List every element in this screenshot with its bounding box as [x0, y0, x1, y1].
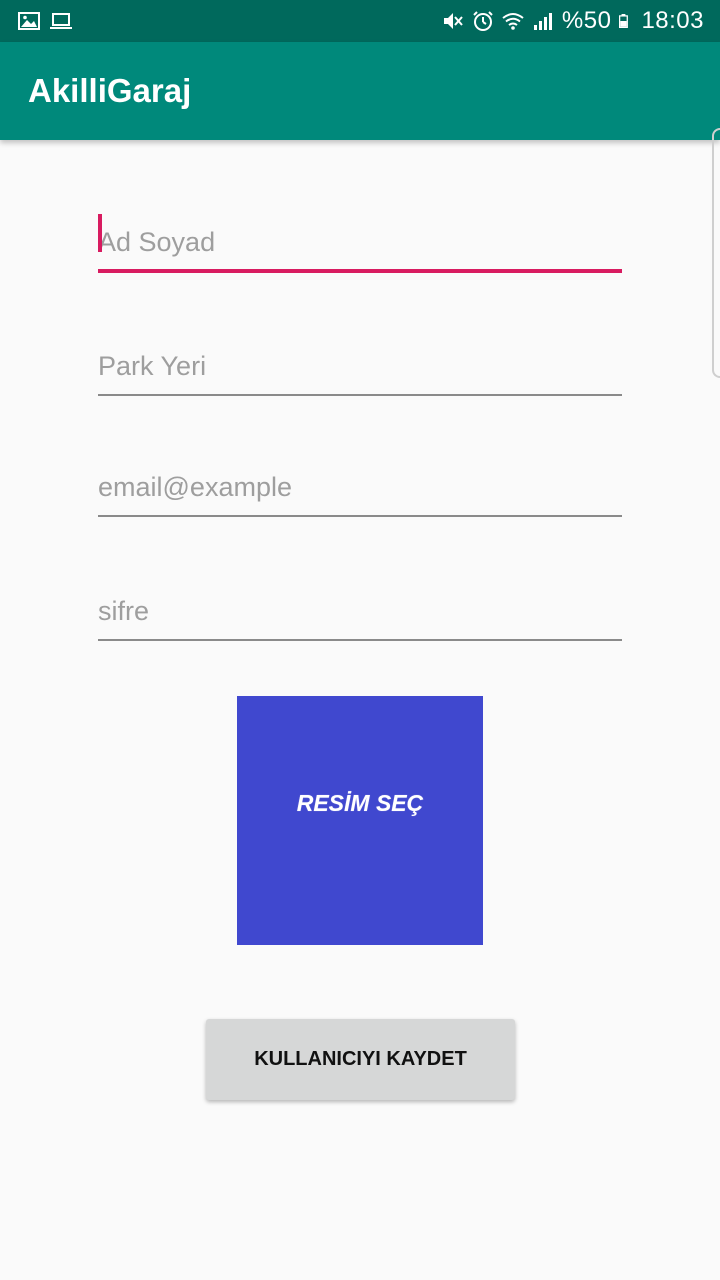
save-user-button[interactable]: KULLANICIYI KAYDET	[206, 1019, 515, 1100]
email-field[interactable]: email@example	[98, 455, 622, 517]
status-time: 18:03	[641, 7, 704, 34]
email-placeholder: email@example	[98, 472, 292, 502]
password-field[interactable]: sifre	[98, 579, 622, 641]
save-user-label: KULLANICIYI KAYDET	[254, 1048, 467, 1070]
alarm-icon	[473, 11, 493, 31]
select-image-label: RESİM SEÇ	[296, 790, 424, 816]
battery-percent: %50	[561, 7, 612, 34]
select-image-button[interactable]: RESİM SEÇ	[237, 696, 483, 945]
park-placeholder: Park Yeri	[98, 351, 207, 381]
status-bar-left	[18, 10, 72, 32]
battery-icon	[619, 14, 629, 28]
name-placeholder: Ad Soyad	[98, 227, 216, 257]
name-field[interactable]: Ad Soyad	[98, 210, 622, 273]
status-bar: %50 18:03	[0, 0, 720, 42]
mute-icon	[443, 13, 463, 29]
park-field-underline	[98, 394, 622, 396]
app-title: AkilliGaraj	[28, 72, 192, 109]
password-field-underline	[98, 639, 622, 641]
status-bar-right: %50 18:03	[442, 7, 704, 35]
app-bar: AkilliGaraj	[0, 42, 720, 140]
wifi-icon	[502, 13, 524, 30]
image-icon	[18, 12, 40, 30]
text-cursor	[98, 214, 102, 252]
edge-panel-handle[interactable]	[712, 128, 720, 378]
name-field-underline	[98, 269, 622, 273]
signal-icon	[533, 13, 552, 30]
laptop-icon	[50, 13, 72, 29]
email-field-underline	[98, 515, 622, 517]
park-field[interactable]: Park Yeri	[98, 334, 622, 396]
password-placeholder: sifre	[98, 596, 150, 626]
